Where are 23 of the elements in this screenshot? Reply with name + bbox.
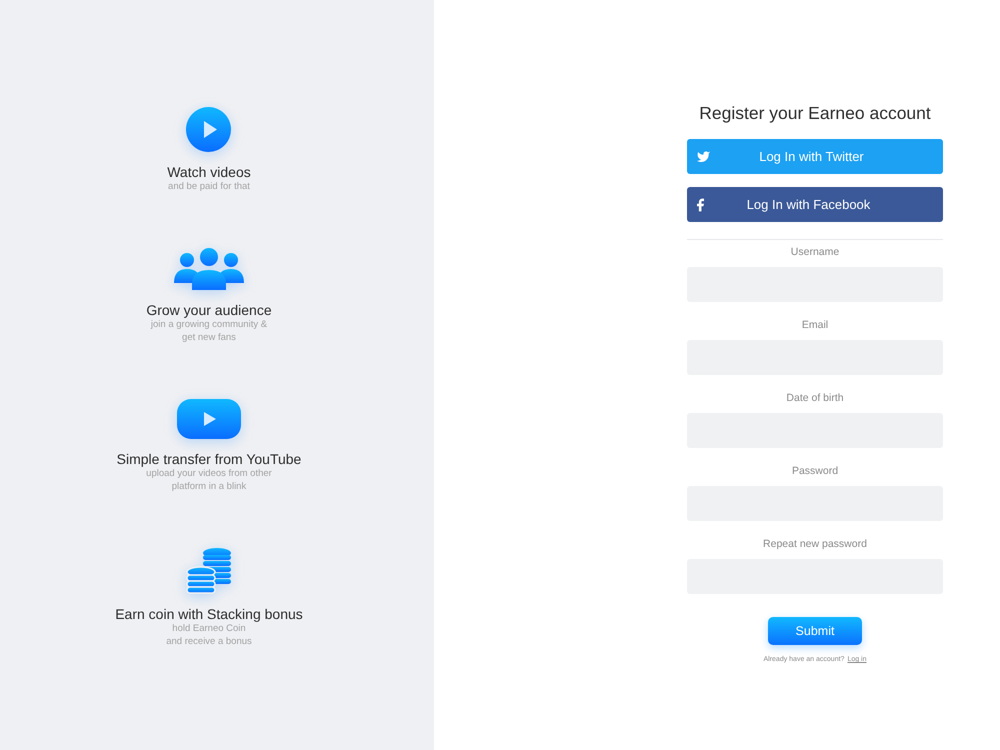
facebook-f-icon bbox=[697, 198, 704, 212]
coin-stack-icon bbox=[186, 548, 232, 594]
feature-title: Grow your audience bbox=[146, 302, 272, 318]
field-label: Password bbox=[790, 465, 840, 477]
field-label: Repeat new password bbox=[762, 538, 868, 550]
feature-title: Watch videos bbox=[167, 164, 251, 180]
twitter-login-button[interactable]: Log In with Twitter bbox=[687, 139, 943, 174]
submit-button[interactable]: Submit bbox=[768, 617, 862, 645]
feature-title: Earn coin with Stacking bonus bbox=[115, 606, 303, 622]
feature-description: and be paid for that bbox=[168, 180, 250, 193]
field-label: Email bbox=[800, 319, 830, 331]
bird-icon bbox=[697, 151, 710, 162]
feature-description: hold Earneo Coin and receive a bonus bbox=[166, 622, 252, 648]
play-button-icon bbox=[177, 399, 241, 439]
feature-title: Simple transfer from YouTube bbox=[116, 451, 302, 467]
feature-description: upload your videos from other platform in a blink bbox=[146, 467, 272, 493]
feature-description: join a growing community & get new fans bbox=[150, 318, 268, 344]
field-label: Username bbox=[790, 246, 840, 258]
facebook-login-button[interactable]: Log In with Facebook bbox=[687, 187, 943, 222]
play-circle-icon bbox=[186, 107, 232, 152]
people-icon bbox=[174, 248, 244, 290]
form-title: Register your Earneo account bbox=[698, 102, 932, 124]
field-label: Date of birth bbox=[785, 392, 845, 404]
